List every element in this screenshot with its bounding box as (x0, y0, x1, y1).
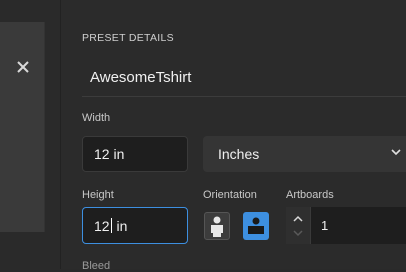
stepper-arrows[interactable] (286, 207, 311, 244)
stepper-chevrons-icon (293, 215, 303, 237)
artboards-stepper[interactable]: 1 (286, 207, 406, 244)
landscape-person-icon (248, 217, 264, 234)
height-value-after-caret: in (112, 217, 128, 234)
height-label: Height (82, 189, 114, 201)
height-input[interactable]: 12 in (82, 207, 188, 244)
width-input[interactable]: 12 in (82, 136, 188, 172)
text-caret (110, 218, 112, 233)
landscape-orientation-button[interactable] (243, 212, 269, 240)
section-title: PRESET DETAILS (82, 32, 174, 44)
preset-list-panel (0, 22, 45, 232)
width-value: 12 in (94, 146, 125, 162)
preset-name-field[interactable]: AwesomeTshirt (90, 69, 191, 86)
units-value: Inches (218, 146, 260, 162)
preset-name-underline (82, 96, 406, 97)
artboards-label: Artboards (286, 189, 334, 201)
portrait-person-icon (211, 216, 223, 237)
units-select[interactable]: Inches (203, 136, 406, 172)
portrait-orientation-button[interactable] (204, 212, 230, 240)
close-icon[interactable] (16, 60, 30, 74)
width-label: Width (82, 112, 111, 124)
preset-details-panel: PRESET DETAILS AwesomeTshirt Width 12 in… (61, 0, 406, 272)
artboards-value: 1 (321, 218, 329, 233)
bleed-label: Bleed (82, 260, 111, 272)
height-value-before-caret: 12 (94, 217, 110, 234)
chevron-down-icon (391, 149, 401, 156)
orientation-label: Orientation (203, 189, 257, 201)
